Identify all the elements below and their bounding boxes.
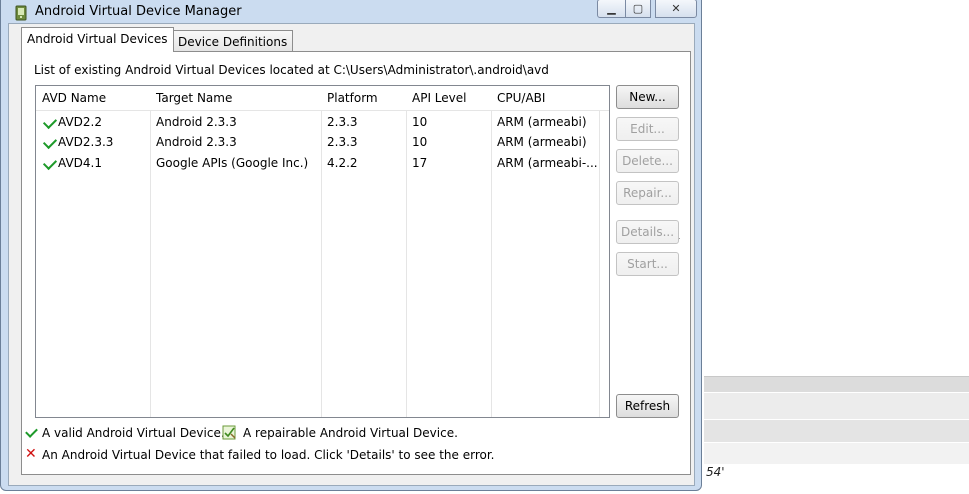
avd-name-cell: AVD2.3.3 — [58, 135, 114, 149]
avd-panel: List of existing Android Virtual Devices… — [21, 51, 691, 475]
column-header-cpu-abi[interactable]: CPU/ABI — [497, 91, 545, 105]
background-panel-bar — [704, 376, 969, 392]
target-name-cell: Google APIs (Google Inc.) — [156, 156, 309, 170]
target-name-cell: Android 2.3.3 — [156, 135, 237, 149]
close-button[interactable]: ✕ — [655, 0, 697, 18]
cpu-abi-cell: ARM (armeabi-... — [497, 156, 598, 170]
details-button[interactable]: Details... — [616, 220, 679, 244]
maximize-icon: ▢ — [632, 2, 644, 15]
legend-valid-text: A valid Android Virtual Device. — [42, 426, 225, 440]
api-level-cell: 10 — [412, 115, 428, 129]
tab-android-virtual-devices[interactable]: Android Virtual Devices — [21, 27, 174, 52]
avd-name-cell: AVD2.2 — [58, 115, 102, 129]
platform-cell: 2.3.3 — [327, 115, 358, 129]
table-header: AVD Name Target Name Platform API Level … — [36, 86, 609, 111]
table-row[interactable]: AVD2.3.3 Android 2.3.3 2.3.3 10 ARM (arm… — [36, 132, 609, 153]
valid-check-icon — [25, 425, 38, 438]
refresh-button[interactable]: Refresh — [616, 394, 679, 418]
avd-table[interactable]: AVD Name Target Name Platform API Level … — [35, 85, 610, 418]
legend-valid-repairable: A valid Android Virtual Device. A repair… — [9, 424, 694, 442]
valid-check-icon — [42, 134, 58, 150]
background-editor-text: 54' — [706, 465, 725, 479]
target-name-cell: Android 2.3.3 — [156, 115, 237, 129]
avd-location-label: List of existing Android Virtual Devices… — [34, 63, 549, 77]
background-panel-row — [704, 442, 969, 464]
tab-device-definitions[interactable]: Device Definitions — [172, 30, 294, 52]
background-panel-row — [704, 392, 969, 419]
platform-cell: 4.2.2 — [327, 156, 358, 170]
api-level-cell: 10 — [412, 135, 428, 149]
error-x-icon: ✕ — [25, 446, 37, 462]
start-button[interactable]: Start... — [616, 252, 679, 276]
android-app-icon — [15, 5, 27, 21]
platform-cell: 2.3.3 — [327, 135, 358, 149]
valid-check-icon — [42, 155, 58, 171]
api-level-cell: 17 — [412, 156, 428, 170]
cpu-abi-cell: ARM (armeabi) — [497, 135, 587, 149]
window-title: Android Virtual Device Manager — [35, 4, 242, 19]
repair-icon — [222, 425, 236, 440]
legend-failed: ✕ An Android Virtual Device that failed … — [9, 446, 694, 464]
valid-check-icon — [42, 114, 58, 130]
table-row[interactable]: AVD4.1 Google APIs (Google Inc.) 4.2.2 1… — [36, 153, 609, 174]
column-header-api-level[interactable]: API Level — [412, 91, 466, 105]
maximize-button[interactable]: ▢ — [625, 0, 651, 18]
delete-button[interactable]: Delete... — [616, 149, 679, 173]
close-icon: ✕ — [671, 2, 681, 15]
minimize-icon: ▁ — [607, 2, 616, 15]
title-bar[interactable]: Android Virtual Device Manager ▁ ▢ ✕ — [1, 0, 701, 23]
column-header-platform[interactable]: Platform — [327, 91, 378, 105]
column-header-target-name[interactable]: Target Name — [156, 91, 232, 105]
avd-name-cell: AVD4.1 — [58, 156, 102, 170]
edit-button[interactable]: Edit... — [616, 117, 679, 141]
repair-button[interactable]: Repair... — [616, 181, 679, 205]
background-panel-row — [704, 419, 969, 442]
new-button[interactable]: New... — [616, 85, 679, 109]
avd-manager-window: Android Virtual Device Manager ▁ ▢ ✕ And… — [0, 0, 702, 491]
cpu-abi-cell: ARM (armeabi) — [497, 115, 587, 129]
column-header-avd-name[interactable]: AVD Name — [42, 91, 106, 105]
legend-failed-text: An Android Virtual Device that failed to… — [42, 448, 495, 462]
legend-repairable-text: A repairable Android Virtual Device. — [243, 426, 458, 440]
minimize-button[interactable]: ▁ — [597, 0, 626, 18]
window-client-area: Android Virtual Devices Device Definitio… — [8, 23, 695, 486]
table-row[interactable]: AVD2.2 Android 2.3.3 2.3.3 10 ARM (armea… — [36, 112, 609, 133]
